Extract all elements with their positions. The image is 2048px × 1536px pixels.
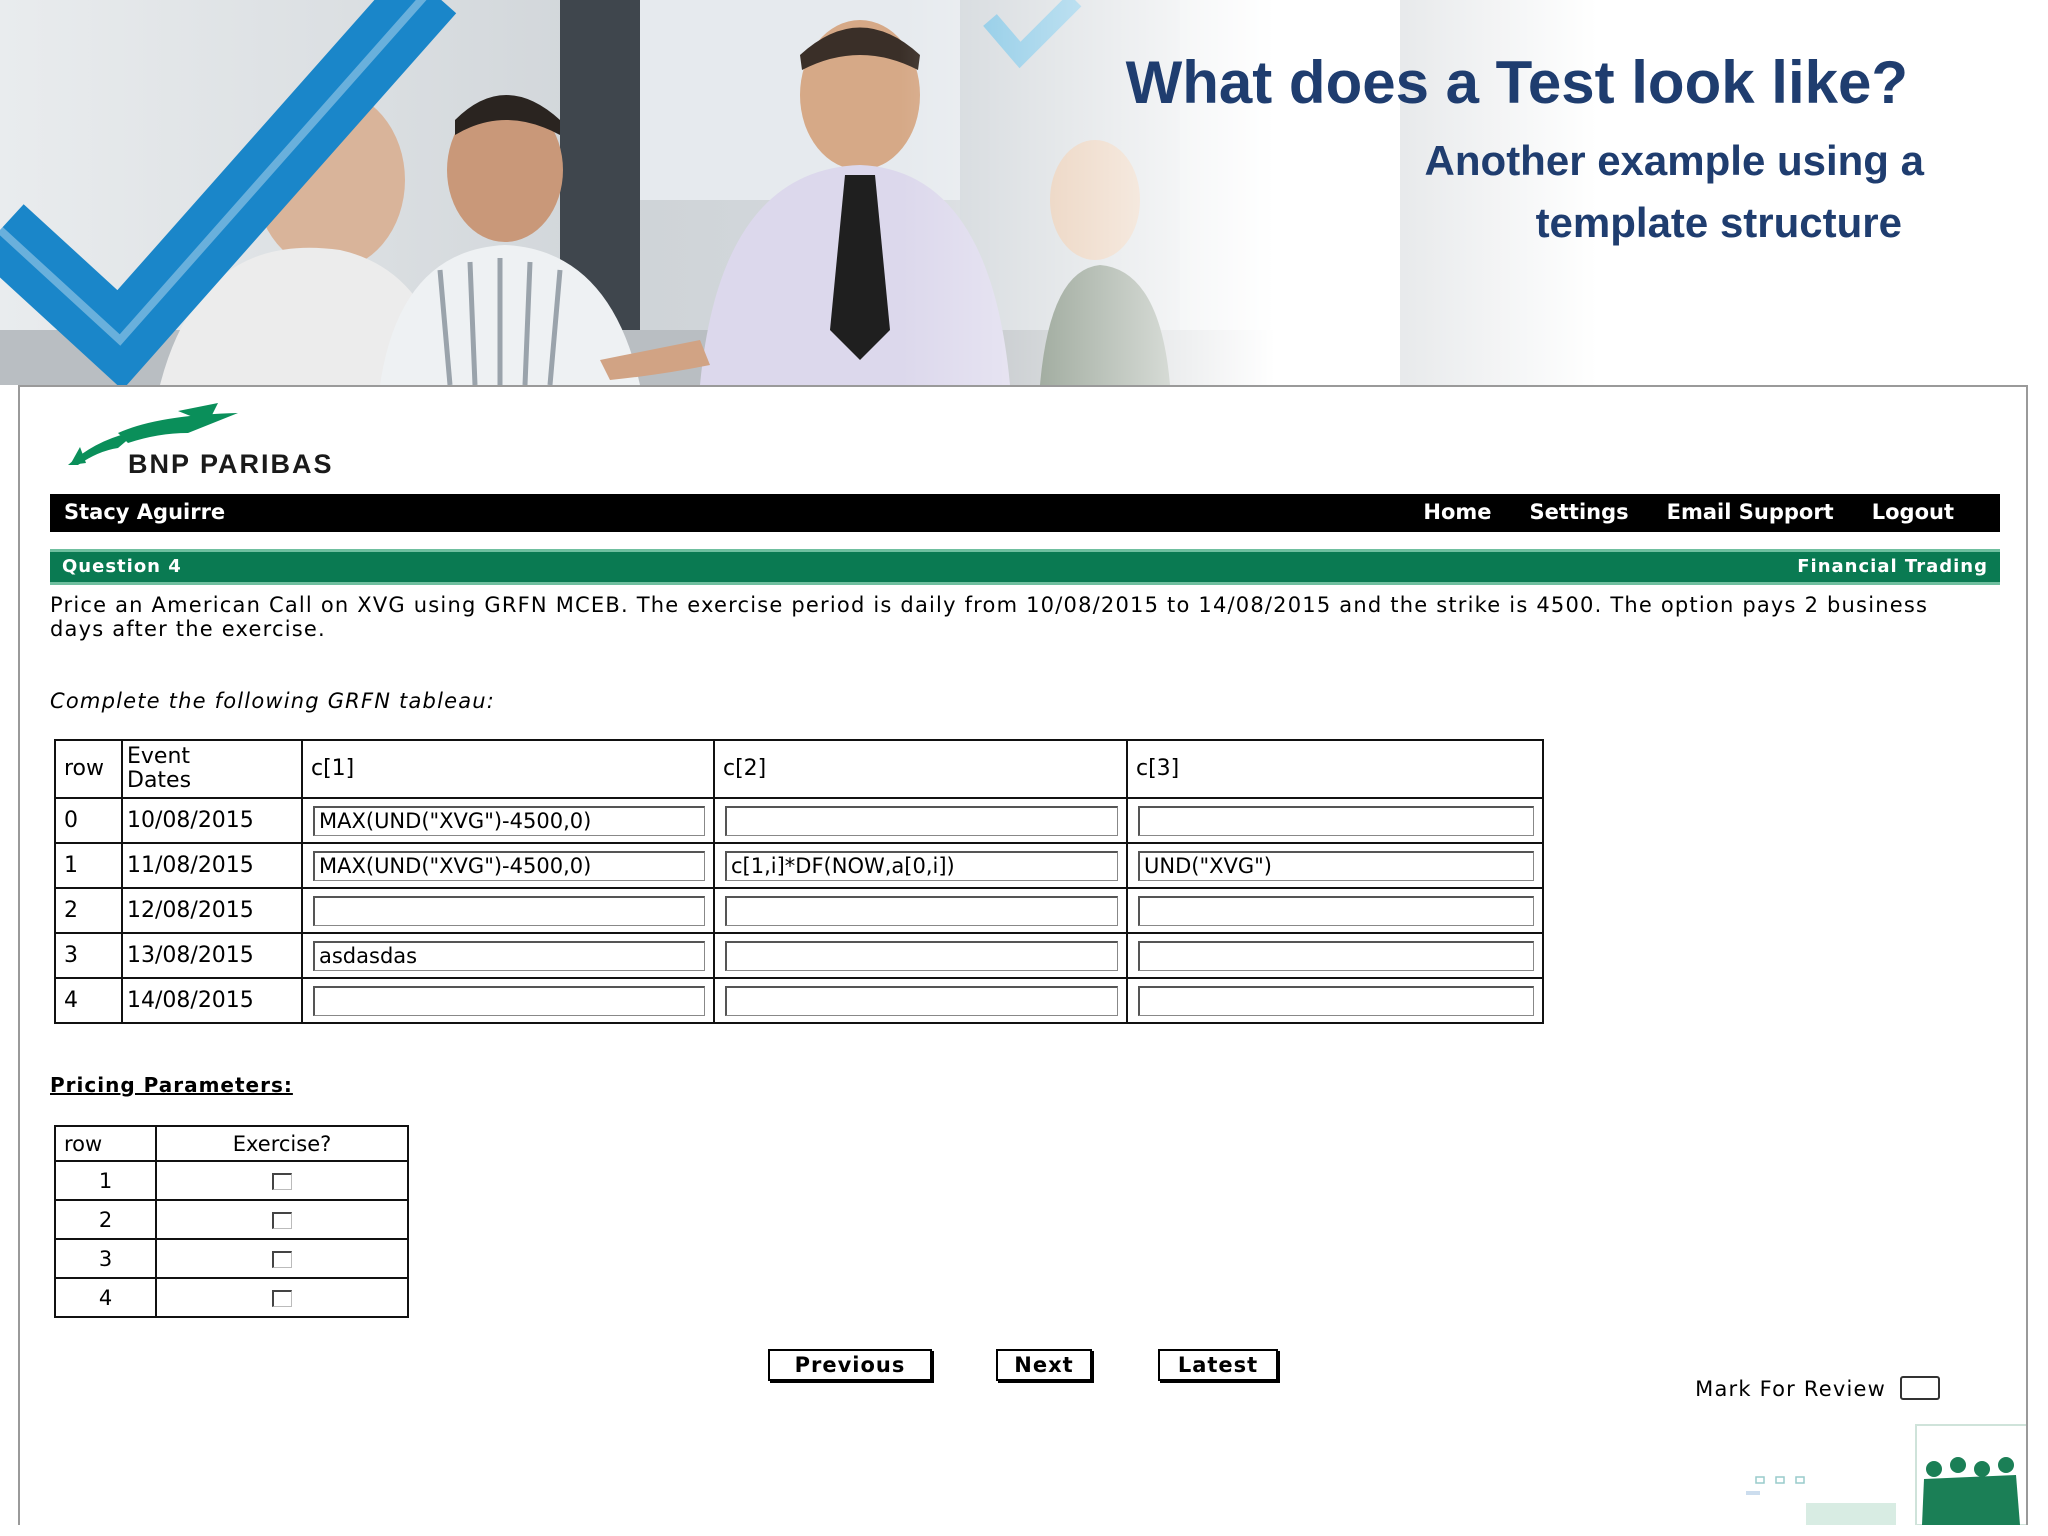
c2-input[interactable] [725, 985, 1118, 1016]
exercise-checkbox[interactable] [272, 1290, 292, 1307]
pricing-header-row: row Exercise? [54, 1125, 409, 1162]
c2-input[interactable] [725, 940, 1118, 971]
header-c2: c[2] [713, 739, 1128, 799]
top-nav-bar: Stacy Aguirre Home Settings Email Suppor… [50, 494, 2000, 532]
exercise-checkbox[interactable] [272, 1173, 292, 1190]
user-name: Stacy Aguirre [64, 500, 226, 524]
row-index: 0 [54, 797, 123, 844]
nav-email-support-link[interactable]: Email Support [1667, 500, 1834, 524]
pricing-row-index: 1 [54, 1160, 157, 1201]
c3-input[interactable] [1138, 940, 1534, 971]
pricing-parameters-table: row Exercise? 1 2 3 4 [54, 1125, 409, 1318]
nav-logout-link[interactable]: Logout [1872, 500, 1954, 524]
pricing-row-index: 2 [54, 1199, 157, 1240]
grfn-tableau: row Event Dates c[1] c[2] c[3] 0 10/08/2… [54, 739, 1544, 1024]
c3-input[interactable] [1138, 895, 1534, 926]
latest-button[interactable]: Latest [1158, 1349, 1278, 1381]
next-button[interactable]: Next [996, 1349, 1092, 1381]
c1-input[interactable] [313, 985, 705, 1016]
slide-title: What does a Test look like? [1125, 49, 1908, 116]
event-date: 10/08/2015 [121, 797, 303, 844]
header-c1: c[1] [301, 739, 715, 799]
nav-links: Home Settings Email Support Logout [1423, 500, 1954, 524]
slide-subtitle-line2: template structure [1535, 199, 1902, 246]
question-prompt: Price an American Call on XVG using GRFN… [50, 593, 1929, 641]
c1-input[interactable] [313, 895, 705, 926]
pricing-parameters-title: Pricing Parameters: [50, 1073, 293, 1097]
c2-input[interactable] [725, 850, 1118, 881]
event-date: 14/08/2015 [121, 977, 303, 1024]
exercise-checkbox[interactable] [272, 1212, 292, 1229]
question-category: Financial Trading [1797, 556, 1988, 577]
pricing-row-index: 4 [54, 1277, 157, 1318]
c1-input[interactable] [313, 805, 705, 836]
c3-input[interactable] [1138, 805, 1534, 836]
c1-input[interactable] [313, 850, 705, 881]
slide-subtitle: Another example using a template structu… [1425, 130, 1924, 254]
header-c3: c[3] [1126, 739, 1544, 799]
c3-input[interactable] [1138, 850, 1534, 881]
header-event-dates: Event Dates [121, 739, 303, 799]
slide-banner: What does a Test look like? Another exam… [0, 0, 2048, 385]
event-date: 12/08/2015 [121, 887, 303, 934]
brand-name: BNP PARIBAS [128, 449, 334, 479]
table-row: 3 13/08/2015 [54, 932, 1544, 979]
row-index: 2 [54, 887, 123, 934]
row-index: 4 [54, 977, 123, 1024]
c1-input[interactable] [313, 940, 705, 971]
nav-settings-link[interactable]: Settings [1530, 500, 1629, 524]
table-row: 4 [54, 1277, 409, 1318]
pricing-row-index: 3 [54, 1238, 157, 1279]
event-date: 13/08/2015 [121, 932, 303, 979]
row-index: 3 [54, 932, 123, 979]
table-row: 4 14/08/2015 [54, 977, 1544, 1024]
table-row: 3 [54, 1238, 409, 1279]
question-header-bar: Question 4 Financial Trading [50, 549, 2000, 585]
tableau-header-row: row Event Dates c[1] c[2] c[3] [54, 739, 1544, 799]
tableau-instruction: Complete the following GRFN tableau: [50, 689, 496, 713]
slide-subtitle-line1: Another example using a [1424, 137, 1924, 184]
table-row: 1 [54, 1160, 409, 1201]
previous-button[interactable]: Previous [768, 1349, 932, 1381]
exercise-checkbox[interactable] [272, 1251, 292, 1268]
event-date: 11/08/2015 [121, 842, 303, 889]
nav-home-link[interactable]: Home [1423, 500, 1491, 524]
table-row: 2 12/08/2015 [54, 887, 1544, 934]
header-event-dates-label: Event Dates [127, 744, 192, 793]
table-row: 2 [54, 1199, 409, 1240]
header-row: row [54, 739, 123, 799]
c2-input[interactable] [725, 805, 1118, 836]
test-app-window: BNP PARIBAS Stacy Aguirre Home Settings … [18, 385, 2028, 1525]
table-row: 0 10/08/2015 [54, 797, 1544, 844]
pricing-header-row-label: row [54, 1125, 157, 1162]
table-row: 1 11/08/2015 [54, 842, 1544, 889]
c3-input[interactable] [1138, 985, 1534, 1016]
question-label: Question 4 [62, 556, 182, 577]
c2-input[interactable] [725, 895, 1118, 926]
decorative-people-icon [1746, 1424, 2026, 1525]
pricing-header-exercise: Exercise? [155, 1125, 409, 1162]
row-index: 1 [54, 842, 123, 889]
